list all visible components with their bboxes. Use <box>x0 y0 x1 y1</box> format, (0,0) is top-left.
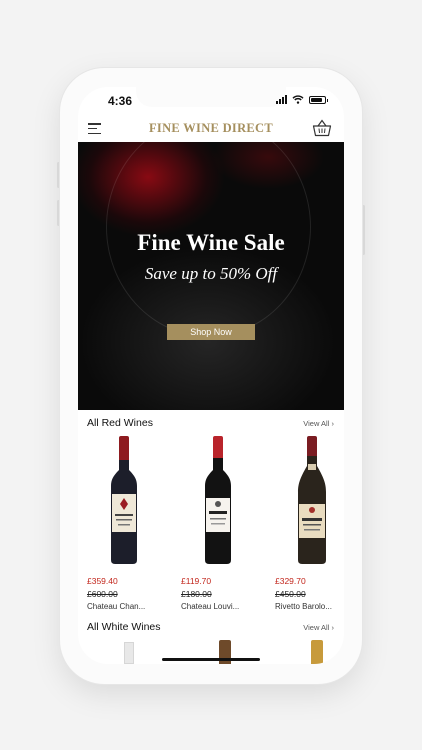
wine-bottle-image[interactable] <box>311 640 323 664</box>
wine-bottle-image <box>111 436 137 564</box>
sale-price: £359.40 <box>87 576 118 586</box>
view-all-white-link[interactable]: View All › <box>303 623 334 632</box>
product-card[interactable]: £359.40 £600.00 Chateau Chan... <box>78 432 168 612</box>
hero-subtitle: Save up to 50% Off <box>144 264 278 283</box>
product-name: Chateau Louvi... <box>181 602 240 611</box>
product-card[interactable]: £329.70 £450.00 Rivetto Barolo... <box>266 432 344 612</box>
phone-side-button <box>362 205 365 255</box>
sale-price: £329.70 <box>275 576 306 586</box>
wine-bottle-image <box>298 436 326 564</box>
wine-bottle-image <box>205 436 231 564</box>
original-price: £600.00 <box>87 589 118 599</box>
battery-icon <box>309 95 328 104</box>
wifi-icon <box>292 95 304 104</box>
white-wines-header: All White Wines View All › <box>78 619 344 635</box>
section-title: All White Wines <box>87 621 161 633</box>
signal-icon <box>276 95 287 104</box>
basket-icon[interactable] <box>312 119 332 137</box>
status-time: 4:36 <box>108 94 133 108</box>
hero-banner[interactable]: Fine Wine Sale Save up to 50% Off Shop N… <box>78 142 344 410</box>
app-screen: 4:36 FINE WINE DIRECT Fine Wine Sale Sav… <box>78 87 344 664</box>
red-wines-header: All Red Wines View All › <box>78 415 344 431</box>
product-name: Chateau Chan... <box>87 602 146 611</box>
original-price: £450.00 <box>275 589 306 599</box>
sale-price: £119.70 <box>181 576 212 586</box>
product-name: Rivetto Barolo... <box>275 602 332 611</box>
phone-notch <box>136 87 286 107</box>
wine-bottle-image[interactable] <box>124 642 134 664</box>
section-title: All Red Wines <box>87 417 153 429</box>
chevron-right-icon: › <box>331 623 335 632</box>
red-wines-list: £359.40 £600.00 Chateau Chan... £119.70 … <box>78 432 344 612</box>
view-all-label: View All <box>303 623 330 632</box>
hero-title: Fine Wine Sale <box>137 230 285 255</box>
app-header: FINE WINE DIRECT <box>78 115 344 141</box>
shop-now-button[interactable]: Shop Now <box>167 324 255 340</box>
status-icons <box>276 95 328 104</box>
chevron-right-icon: › <box>331 419 335 428</box>
brand-logo[interactable]: FINE WINE DIRECT <box>78 121 344 136</box>
home-indicator[interactable] <box>162 658 260 661</box>
view-all-label: View All <box>303 419 330 428</box>
original-price: £180.00 <box>181 589 212 599</box>
product-card[interactable]: £119.70 £180.00 Chateau Louvi... <box>172 432 262 612</box>
view-all-red-link[interactable]: View All › <box>303 419 334 428</box>
